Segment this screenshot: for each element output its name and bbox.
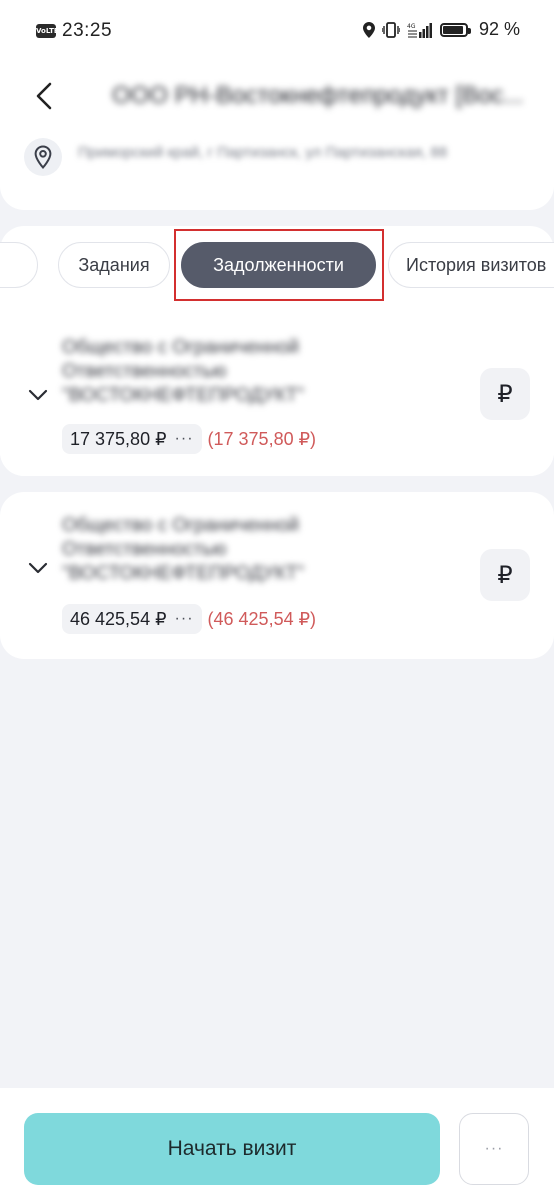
page-title: ООО РН-Востокнефтепродукт [Вос... — [112, 82, 524, 109]
status-left: VoLTE 23:25 — [36, 20, 112, 42]
battery-fill — [442, 25, 464, 34]
amount-chip[interactable]: 17 375,80 ₽ ··· — [62, 424, 202, 454]
organization-name: Общество с Ограниченной Ответственностью… — [62, 337, 305, 406]
tab-partial[interactable] — [0, 242, 38, 288]
overdue-amount: (17 375,80 ₽) — [207, 428, 317, 449]
overdue-amount: (46 425,54 ₽) — [207, 608, 317, 629]
pay-button[interactable]: ₽ — [480, 368, 530, 420]
amount-row: 46 425,54 ₽ ··· (46 425,54 ₽) — [62, 604, 316, 634]
expand-button[interactable] — [26, 383, 50, 407]
start-visit-button[interactable]: Начать визит — [24, 1113, 440, 1185]
tab-bar: Задания Задолженности История визитов — [0, 242, 554, 288]
bottom-bar: Начать визит ··· — [0, 1088, 554, 1200]
tab-tasks[interactable]: Задания — [58, 242, 170, 288]
expand-button[interactable] — [26, 556, 50, 580]
debt-amount: 46 425,54 ₽ — [70, 608, 167, 629]
status-bar: VoLTE 23:25 4G 92 % — [0, 0, 554, 64]
back-button[interactable] — [24, 76, 64, 116]
debt-card: Общество с Ограниченной Ответственностью… — [0, 492, 554, 659]
chevron-down-icon — [28, 562, 48, 574]
vibrate-icon — [381, 21, 400, 38]
organization-name: Общество с Ограниченной Ответственностью… — [62, 515, 305, 584]
debt-amount: 17 375,80 ₽ — [70, 428, 167, 449]
location-pin-icon — [24, 138, 62, 176]
chevron-down-icon — [28, 389, 48, 401]
more-icon: ··· — [174, 430, 194, 447]
amount-chip[interactable]: 46 425,54 ₽ ··· — [62, 604, 202, 634]
volte-badge: VoLTE — [36, 24, 59, 38]
debt-card: Общество с Ограниченной Ответственностью… — [0, 300, 554, 476]
battery-percent: 92 % — [478, 19, 520, 39]
status-time: 23:25 — [62, 20, 113, 41]
pay-button[interactable]: ₽ — [480, 549, 530, 601]
address-text: Приморский край, г Партизанск, ул Партиз… — [78, 144, 448, 161]
svg-text:4G: 4G — [407, 23, 416, 30]
tab-debts[interactable]: Задолженности — [181, 242, 376, 288]
more-icon: ··· — [174, 610, 194, 627]
status-right: 4G 92 % — [362, 19, 520, 40]
location-status-icon — [362, 21, 375, 38]
battery-icon — [439, 22, 471, 37]
more-button[interactable]: ··· — [459, 1113, 529, 1185]
chevron-left-icon — [36, 82, 52, 110]
header: ООО РН-Востокнефтепродукт [Вос... Примор… — [0, 64, 554, 210]
tab-visit-history[interactable]: История визитов — [388, 242, 554, 288]
amount-row: 17 375,80 ₽ ··· (17 375,80 ₽) — [62, 424, 316, 454]
signal-icon: 4G — [407, 22, 433, 38]
